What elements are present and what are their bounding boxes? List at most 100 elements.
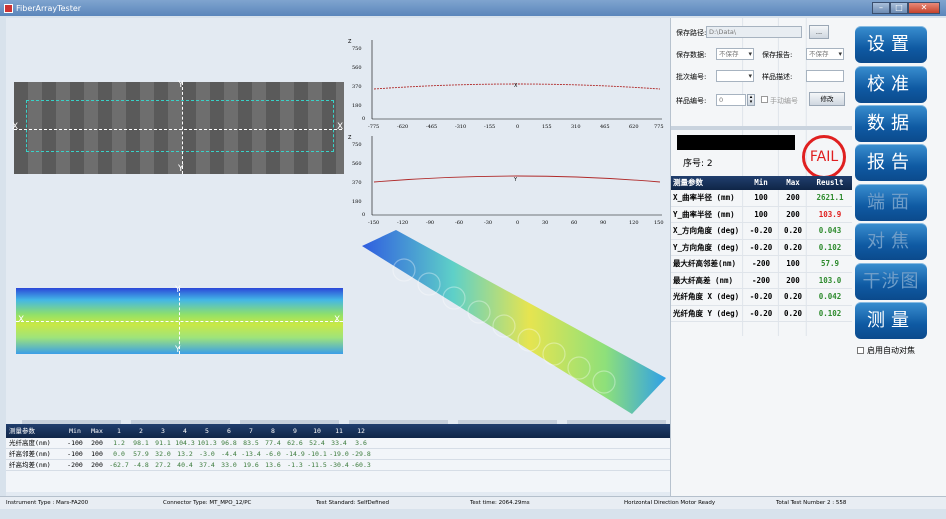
table-cell: 0.20 [783, 308, 803, 318]
table-cell: 101.3 [197, 439, 217, 447]
plot2-xtick: 0 [516, 220, 519, 226]
plot2-xtick: 30 [542, 220, 548, 226]
table-cell: 103.0 [818, 275, 842, 285]
save-data-select[interactable]: 不保存 [716, 48, 754, 60]
table-cell: -60.3 [351, 461, 371, 469]
table-cell: 104.3 [175, 439, 195, 447]
table-row[interactable]: 光纤高度(nm) -100 200 1.2 98.1 91.1 104.3 10… [6, 438, 670, 449]
plot2-ytick: 180 [352, 199, 362, 205]
batch-select[interactable] [716, 70, 754, 82]
plot2-xtick: -90 [426, 220, 434, 226]
status-bar: Instrument Type : Mars-FA200 Connector T… [0, 496, 946, 509]
table-cell: 37.4 [199, 461, 215, 469]
report-button[interactable]: 报告 [855, 144, 927, 181]
table-row[interactable]: 最大纤高邻差(nm) -200 100 57.9 [671, 256, 853, 273]
sample-no-label: 样品编号: [676, 97, 707, 105]
y-axis-label-top: Y [175, 285, 181, 295]
plot2-xtick: -150 [368, 220, 379, 226]
status-connector: Connector Type: MT_MPO_12/PC [163, 500, 252, 506]
column-header: 9 [293, 427, 297, 435]
table-row[interactable]: 光纤角度 Y (deg) -0.20 0.20 0.102 [671, 306, 853, 322]
sample-desc-field[interactable] [806, 70, 844, 82]
save-report-select[interactable]: 不保存 [806, 48, 844, 60]
table-cell: 200 [91, 439, 103, 447]
manual-no-checkbox[interactable] [761, 96, 768, 103]
table-row[interactable]: 最大纤高差 (nm) -200 200 103.0 [671, 273, 853, 289]
table-cell: -6.0 [265, 450, 281, 458]
sample-desc-label: 样品描述: [762, 73, 793, 81]
plot2-xtick: -60 [455, 220, 463, 226]
plot1-ytick: 560 [352, 65, 362, 71]
plot2-marker: Y [513, 177, 518, 183]
table-row[interactable]: 纤高均差(nm) -200 200 -62.7 -4.8 27.2 40.4 3… [6, 460, 670, 471]
table-row[interactable]: Y_方向角度 (deg) -0.20 0.20 0.102 [671, 240, 853, 256]
column-header: Reuslt [816, 178, 844, 187]
table-cell: -1.3 [287, 461, 303, 469]
table-cell: -4.4 [221, 450, 237, 458]
plot1-xtick: 620 [629, 124, 639, 130]
modify-button[interactable]: 修改 [809, 92, 845, 106]
crosshair-horizontal [14, 129, 347, 130]
close-button[interactable]: ✕ [908, 2, 940, 14]
plot1-marker: X [514, 83, 518, 89]
measure-button[interactable]: 测量 [855, 302, 927, 339]
save-data-label: 保存数据: [676, 51, 707, 59]
table-cell: 0.20 [783, 242, 803, 252]
table-cell: -0.20 [749, 226, 773, 235]
sample-no-stepper[interactable]: ▴ ▾ [747, 94, 755, 106]
plot1-xtick: -620 [397, 124, 408, 130]
minimize-button[interactable]: – [872, 2, 890, 14]
panel-divider [671, 126, 853, 130]
plot1-ytick: 180 [352, 103, 362, 109]
table-row[interactable]: X_方向角度 (deg) -0.20 0.20 0.043 [671, 223, 853, 240]
column-header: 6 [227, 427, 231, 435]
plot1-xtick: 465 [600, 124, 610, 130]
table-row[interactable]: 纤高邻差(nm) -100 100 0.0 57.9 32.0 13.2 -3.… [6, 449, 670, 460]
plot2-xtick: 90 [600, 220, 606, 226]
table-cell: X_曲率半径 (mm) [673, 193, 735, 202]
sample-no-field[interactable]: 0 [716, 94, 746, 106]
table-cell: 57.9 [133, 450, 149, 458]
plot2-ytick: 750 [352, 142, 362, 148]
sequence-label: 序号: [683, 159, 705, 169]
end-face-button[interactable]: 端面 [855, 184, 927, 221]
table-cell: Y_方向角度 (deg) [673, 242, 740, 252]
plot1-xtick: 155 [542, 124, 552, 130]
table-row[interactable]: 光纤角度 X (deg) -0.20 0.20 0.042 [671, 289, 853, 306]
settings-button[interactable]: 设置 [855, 26, 927, 63]
column-header: 10 [313, 427, 321, 435]
table-cell: 100 [754, 209, 768, 219]
crosshair-vertical [182, 82, 183, 174]
row-filler [372, 449, 670, 459]
autofocus-checkbox[interactable] [857, 347, 864, 354]
function-sidebar: 设置 校准 数据 报告 端面 对焦 干涉图 测量 启用自动对焦 [852, 18, 946, 496]
column-header: 测量参数 [9, 427, 35, 435]
maximize-button[interactable]: □ [890, 2, 908, 14]
y-axis-label-bottom: Y [175, 345, 181, 355]
table-cell: 3.6 [355, 439, 367, 447]
table-cell: -13.4 [241, 450, 261, 458]
table-cell: -100 [67, 450, 83, 458]
table-cell: 0.102 [818, 308, 842, 318]
focus-button[interactable]: 对焦 [855, 223, 927, 260]
table-cell: 最大纤高邻差(nm) [673, 259, 737, 268]
save-path-field[interactable]: D:\Data\ [706, 26, 802, 38]
x-axis-label-right: X [334, 315, 341, 325]
table-row[interactable]: Y_曲率半径 (mm) 100 200 103.9 [671, 207, 853, 223]
height-map-3d [362, 230, 666, 414]
interferogram-button[interactable]: 干涉图 [855, 263, 927, 300]
autofocus-option[interactable]: 启用自动对焦 [857, 345, 915, 356]
column-header: Max [91, 427, 103, 435]
status-standard: Test Standard: SelfDefined [316, 500, 389, 506]
table-row[interactable]: X_曲率半径 (mm) 100 200 2621.1 [671, 190, 853, 207]
y-axis-label-bottom: Y [178, 164, 184, 174]
table-cell: 62.6 [287, 439, 303, 447]
table-cell: -19.0 [329, 450, 349, 458]
browse-button[interactable]: ... [809, 25, 829, 39]
calibrate-button[interactable]: 校准 [855, 66, 927, 103]
table-cell: 纤高邻差(nm) [9, 450, 51, 458]
table-cell: 0.042 [818, 292, 842, 301]
result-display [677, 135, 795, 150]
data-button[interactable]: 数据 [855, 105, 927, 142]
table-cell: 光纤角度 Y (deg) [673, 308, 740, 318]
